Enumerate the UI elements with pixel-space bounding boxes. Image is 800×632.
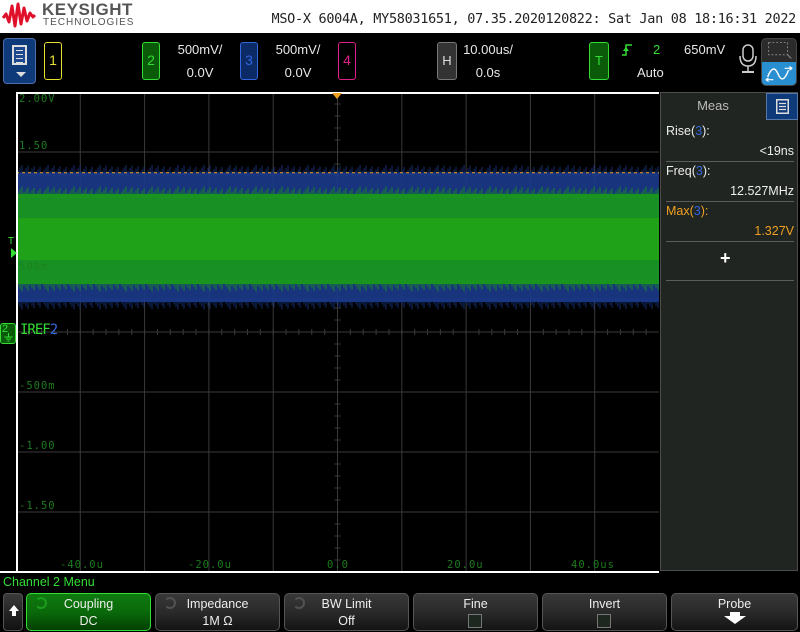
x-tick-label: 0.0 <box>327 559 349 571</box>
reference-label: IREF2 <box>20 322 58 338</box>
channel-2-button[interactable]: 2 <box>142 42 160 80</box>
y-tick-label: 500m <box>19 261 49 273</box>
channel-3-button[interactable]: 3 <box>240 42 258 80</box>
trigger-button[interactable]: T <box>589 42 609 80</box>
y-tick-label: 2.00V <box>19 93 56 105</box>
plot-border <box>0 571 659 573</box>
softkey-label: Probe <box>717 597 752 611</box>
main-menu-button[interactable] <box>3 38 36 84</box>
measurement-freq-value: 12.527MHz <box>730 184 794 198</box>
timebase-value[interactable]: 10.00us/ <box>458 42 518 57</box>
softkey-fine[interactable]: Fine <box>413 593 538 631</box>
y-tick-label: -500m <box>19 380 56 392</box>
zoom-box-icon[interactable] <box>762 39 796 61</box>
channel-2-offset[interactable]: 0.0V <box>170 65 230 80</box>
instrument-info: MSO-X 6004A, MY58031651, 07.35.202012082… <box>271 11 797 27</box>
menu-up-button[interactable] <box>3 593 23 631</box>
channel-1-button[interactable]: 1 <box>44 42 62 80</box>
x-tick-label: 40.0us <box>571 559 615 571</box>
waveform-display[interactable] <box>16 92 659 572</box>
microphone-icon[interactable] <box>738 44 758 74</box>
plot-border <box>16 92 18 573</box>
softkey-bw-limit[interactable]: BW Limit Off <box>284 593 409 631</box>
trigger-level-marker[interactable]: T <box>8 236 14 247</box>
measurement-rise-label[interactable]: Rise(3): <box>666 124 710 138</box>
divider <box>666 201 794 202</box>
softkey-label: Impedance <box>186 597 249 611</box>
trigger-mode[interactable]: Auto <box>637 65 664 80</box>
softkey-impedance[interactable]: Impedance 1M Ω <box>155 593 280 631</box>
softkey-label: Fine <box>463 597 488 611</box>
channel-2-scale[interactable]: 500mV/ <box>170 42 230 57</box>
softkey-value: 1M Ω <box>202 614 233 628</box>
x-tick-label: 20.0u <box>447 559 484 571</box>
measurements-tab[interactable]: Meas <box>661 93 765 119</box>
fine-checkbox[interactable] <box>468 614 482 628</box>
touch-mode-toggle[interactable] <box>761 38 797 86</box>
trigger-source[interactable]: 2 <box>653 42 660 57</box>
x-tick-label: -40.0u <box>60 559 104 571</box>
channel-3-scale[interactable]: 500mV/ <box>268 42 328 57</box>
rising-edge-icon <box>622 44 632 56</box>
measurements-menu-button[interactable] <box>766 93 798 120</box>
x-tick-label: -20.0u <box>188 559 232 571</box>
channel-3-offset[interactable]: 0.0V <box>268 65 328 80</box>
softkey-label: BW Limit <box>321 597 372 611</box>
y-tick-label: 1.50 <box>19 140 49 152</box>
y-tick-label: -1.00 <box>19 440 56 452</box>
control-bar <box>0 33 800 90</box>
softkey-coupling[interactable]: Coupling DC <box>26 593 151 631</box>
measurement-rise-value: <19ns <box>759 144 794 158</box>
measurement-max-label[interactable]: Max(3): <box>666 204 708 218</box>
softkey-value: Off <box>338 614 355 628</box>
divider <box>666 280 794 281</box>
document-icon <box>12 45 27 65</box>
trigger-level[interactable]: 650mV <box>684 42 725 57</box>
keysight-logo-icon <box>2 2 36 28</box>
trigger-position-marker[interactable] <box>332 93 342 99</box>
y-tick-label: -1.50 <box>19 500 56 512</box>
softkey-invert[interactable]: Invert <box>542 593 667 631</box>
softkey-label: Coupling <box>63 597 114 611</box>
dropdown-arrow-icon <box>16 72 26 77</box>
measurement-max-value: 1.327V <box>754 224 794 238</box>
menu-title: Channel 2 Menu <box>3 575 95 589</box>
channel-4-button[interactable]: 4 <box>338 42 356 80</box>
ground-icon <box>4 333 13 342</box>
softkey-probe[interactable]: Probe <box>671 593 798 631</box>
waveform-core <box>16 218 659 260</box>
measurement-freq-label[interactable]: Freq(3): <box>666 164 710 178</box>
invert-checkbox[interactable] <box>597 614 611 628</box>
down-arrow-icon <box>724 616 746 624</box>
brand-subtitle: TECHNOLOGIES <box>43 17 135 28</box>
waveform-draw-icon[interactable] <box>762 62 796 86</box>
channel-2-ground-marker[interactable]: 2 <box>0 323 16 344</box>
softkey-value: DC <box>79 614 98 628</box>
up-arrow-stem <box>12 611 16 616</box>
delay-value[interactable]: 0.0s <box>458 65 518 80</box>
softkey-label: Invert <box>588 597 621 611</box>
trigger-arrow-icon[interactable] <box>11 248 17 258</box>
add-measurement-button[interactable]: + <box>720 248 731 269</box>
horizontal-button[interactable]: H <box>437 42 457 80</box>
divider <box>666 161 794 162</box>
divider <box>666 241 794 242</box>
document-icon <box>776 99 789 114</box>
